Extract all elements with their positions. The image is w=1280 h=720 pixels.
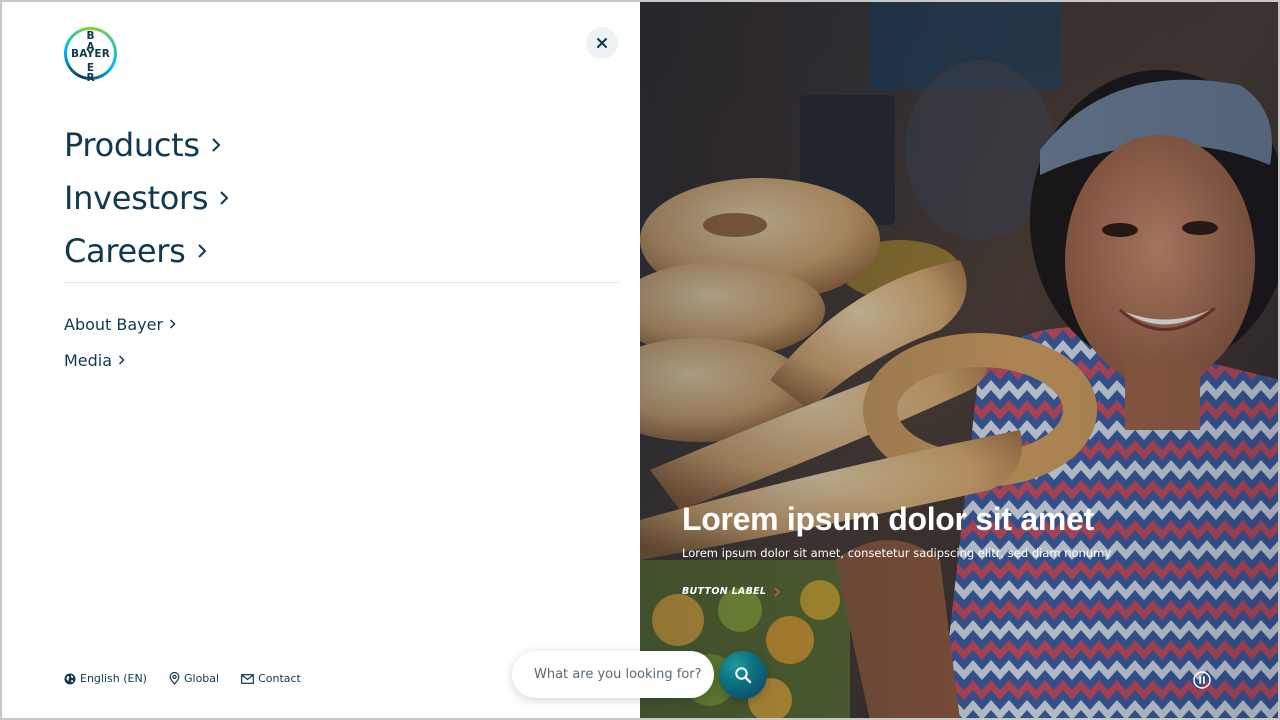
region-label: Global xyxy=(183,672,220,685)
logo-horizontal-text: BAYER xyxy=(71,47,110,60)
mail-icon xyxy=(241,673,254,684)
hero-title: Lorem ipsum dolor sit amet xyxy=(682,501,1094,537)
nav-item-about-bayer[interactable]: About Bayer xyxy=(64,306,176,342)
hero-subtitle: Lorem ipsum dolor sit amet, consetetur s… xyxy=(682,546,1112,560)
nav-divider xyxy=(64,282,619,283)
location-pin-icon xyxy=(169,672,180,685)
bayer-logo[interactable]: B A Y E R BAYER xyxy=(64,27,117,83)
chevron-right-icon xyxy=(210,135,222,155)
pause-icon xyxy=(1193,671,1211,689)
chevron-right-icon xyxy=(169,318,176,330)
pause-slideshow-button[interactable] xyxy=(1192,670,1212,690)
contact-label: Contact xyxy=(258,672,301,685)
chevron-right-icon xyxy=(774,586,781,597)
primary-nav: Products Investors Careers xyxy=(64,118,230,277)
globe-icon xyxy=(64,673,76,684)
nav-item-label: Products xyxy=(64,125,200,164)
search-input[interactable] xyxy=(534,667,704,682)
secondary-nav: About Bayer Media xyxy=(64,306,176,378)
contact-link[interactable]: Contact xyxy=(241,672,301,685)
hero-cta-label: BUTTON LABEL xyxy=(682,586,767,597)
chevron-right-icon xyxy=(196,241,208,261)
language-label: English (EN) xyxy=(80,672,147,685)
search-bar xyxy=(512,651,714,698)
close-icon xyxy=(597,38,607,48)
hero-overlay xyxy=(640,0,1280,720)
close-menu-button[interactable] xyxy=(586,27,618,59)
logo-cross: B A Y E R BAYER xyxy=(67,30,114,83)
chevron-right-icon xyxy=(218,188,230,208)
nav-item-label: Media xyxy=(64,350,113,370)
chevron-right-icon xyxy=(118,354,125,366)
nav-item-careers[interactable]: Careers xyxy=(64,224,230,277)
footer-links: English (EN) Global Contact xyxy=(64,672,301,685)
hero-banner: Lorem ipsum dolor sit amet Lorem ipsum d… xyxy=(640,0,1280,720)
nav-item-label: Careers xyxy=(64,231,186,270)
language-selector[interactable]: English (EN) xyxy=(64,672,147,685)
nav-item-investors[interactable]: Investors xyxy=(64,171,230,224)
search-button[interactable] xyxy=(719,651,767,699)
region-selector[interactable]: Global xyxy=(169,672,219,685)
nav-item-products[interactable]: Products xyxy=(64,118,230,171)
nav-item-label: Investors xyxy=(64,178,209,217)
nav-item-label: About Bayer xyxy=(64,314,164,334)
search-icon xyxy=(735,667,752,684)
nav-item-media[interactable]: Media xyxy=(64,342,176,378)
hero-cta-button[interactable]: BUTTON LABEL xyxy=(682,586,781,597)
navigation-panel: B A Y E R BAYER Products Investors xyxy=(0,0,640,720)
